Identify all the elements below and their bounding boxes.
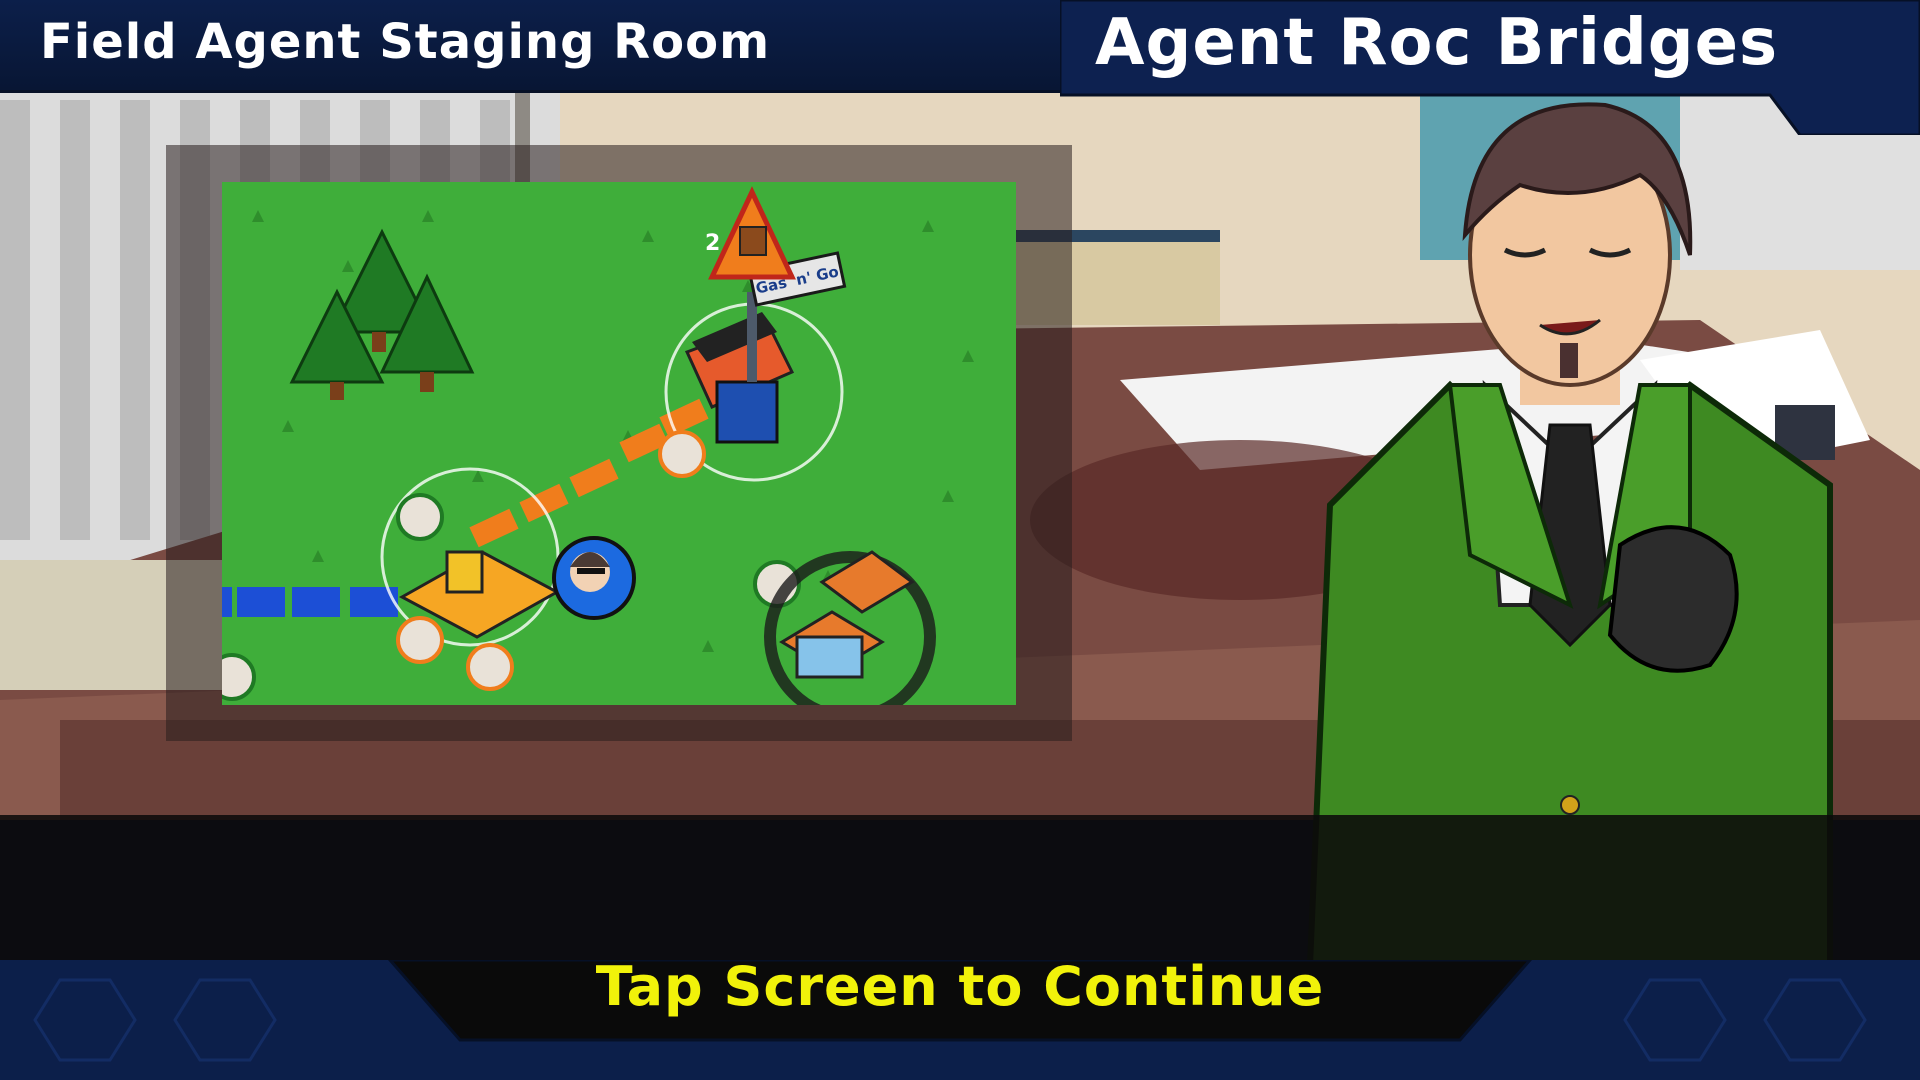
warning-count: 2 [705, 231, 720, 256]
agent-token[interactable] [552, 536, 636, 620]
room-title: Field Agent Staging Room [40, 14, 771, 70]
map-preview: Gas 'n' Go 2 [222, 182, 1016, 705]
dialogue-bar [0, 815, 1920, 960]
agent-name: Agent Roc Bridges [1095, 6, 1779, 80]
game-screen: Field Agent Staging Room Agent Roc Bridg… [0, 0, 1920, 1080]
blue-route [222, 587, 398, 617]
tap-to-continue-prompt[interactable]: Tap Screen to Continue [0, 955, 1920, 1018]
